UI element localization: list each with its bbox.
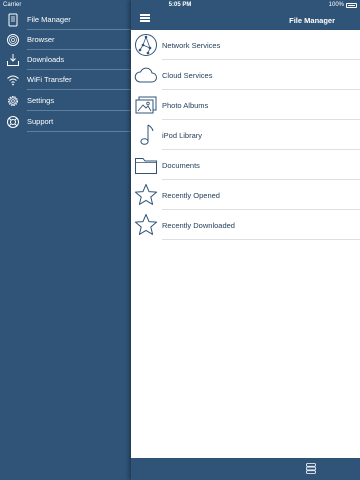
star-icon <box>134 214 158 235</box>
list-item-label: Photo Albums <box>162 101 209 110</box>
divider <box>27 89 132 90</box>
sidebar-item-browser[interactable]: Browser <box>0 30 132 50</box>
music-note-icon <box>140 124 154 145</box>
list-item-documents[interactable]: Documents <box>131 150 360 180</box>
star-icon <box>134 184 158 205</box>
battery-indicator: 100% <box>329 2 357 8</box>
sidebar-item-support[interactable]: Support <box>0 112 132 132</box>
folder-icon <box>135 158 157 174</box>
page-title: File Manager <box>289 16 335 25</box>
sidebar-item-file-manager[interactable]: File Manager <box>0 10 132 30</box>
network-icon <box>135 34 157 56</box>
list-item-label: Recently Opened <box>162 191 220 200</box>
sidebar-item-label: File Manager <box>27 15 71 24</box>
sidebar: File Manager Browser Downloads WiFi Tran… <box>0 10 132 480</box>
clock: 5:05 PM <box>168 2 192 8</box>
file-manager-panel: File Manager Network Services Cloud Serv… <box>131 0 360 480</box>
list-item-cloud-services[interactable]: Cloud Services <box>131 60 360 90</box>
sidebar-item-downloads[interactable]: Downloads <box>0 50 132 70</box>
list-item-label: iPod Library <box>162 131 203 140</box>
photo-albums-icon <box>135 96 157 114</box>
wifi-icon <box>7 75 19 86</box>
list-item-label: Recently Downloaded <box>162 221 235 230</box>
bottom-toolbar <box>131 458 360 480</box>
list-item-recently-downloaded[interactable]: Recently Downloaded <box>131 210 360 240</box>
sidebar-item-wifi-transfer[interactable]: WiFi Transfer <box>0 70 132 90</box>
sidebar-item-label: Downloads <box>27 55 65 64</box>
sidebar-item-label: WiFi Transfer <box>27 75 72 84</box>
sidebar-item-label: Settings <box>27 96 55 105</box>
lifebuoy-icon <box>7 116 19 128</box>
list-item-label: Documents <box>162 161 200 170</box>
battery-percent: 100% <box>328 2 344 8</box>
list-item-recently-opened[interactable]: Recently Opened <box>131 180 360 210</box>
compass-icon <box>7 34 19 46</box>
sidebar-item-label: Browser <box>27 35 55 44</box>
database-stack-icon[interactable] <box>306 463 316 474</box>
divider <box>27 131 132 132</box>
divider <box>27 110 132 111</box>
download-tray-icon <box>7 54 19 66</box>
hamburger-menu-icon[interactable] <box>140 14 150 22</box>
list-item-photo-albums[interactable]: Photo Albums <box>131 90 360 120</box>
status-bar: Carrier 5:05 PM 100% <box>0 0 360 12</box>
file-manager-icon <box>8 13 18 27</box>
sidebar-item-label: Support <box>27 117 54 126</box>
battery-icon <box>346 2 357 8</box>
divider <box>162 239 360 240</box>
sidebar-item-settings[interactable]: Settings <box>0 91 132 111</box>
cloud-icon <box>134 67 157 83</box>
list-item-ipod-library[interactable]: iPod Library <box>131 120 360 150</box>
list-item-label: Cloud Services <box>162 71 213 80</box>
gear-icon <box>8 96 18 106</box>
list-item-network-services[interactable]: Network Services <box>131 30 360 60</box>
list-item-label: Network Services <box>162 41 221 50</box>
